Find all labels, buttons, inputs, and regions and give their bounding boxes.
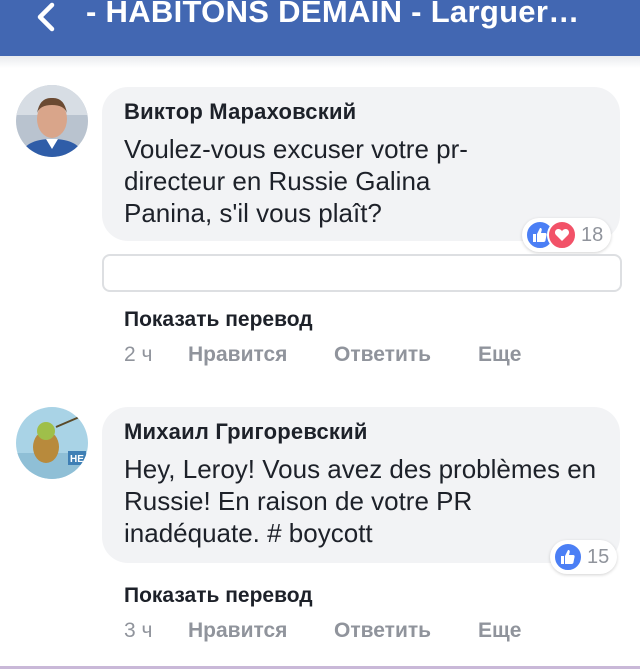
reactions-summary[interactable]: 18 [522, 218, 612, 252]
reaction-count: 18 [581, 223, 604, 246]
header-divider [0, 56, 640, 68]
svg-text:HE: HE [70, 454, 84, 465]
reply-input[interactable] [102, 254, 622, 292]
avatar[interactable]: HE [16, 407, 88, 479]
like-button[interactable]: Нравится [188, 619, 334, 643]
reply-button[interactable]: Ответить [334, 343, 478, 367]
comment-text: Hey, Leroy! Vous avez des problèmes en R… [124, 454, 597, 548]
comment-bubble: Михаил Григоревский Hey, Leroy! Vous ave… [102, 407, 620, 563]
show-translation-link[interactable]: Показать перевод [124, 584, 313, 608]
comment-author[interactable]: Михаил Григоревский [124, 419, 598, 445]
timestamp: 2 ч [124, 343, 153, 366]
reply-button[interactable]: Ответить [334, 619, 478, 643]
user-photo-icon [16, 85, 88, 157]
user-photo-icon: HE [16, 407, 88, 479]
chevron-left-icon [37, 2, 55, 32]
more-button[interactable]: Еще [478, 343, 521, 367]
love-reaction-icon [547, 220, 577, 250]
top-bar: - HABITONS DEMAIN - Larguer… [0, 0, 640, 56]
back-button[interactable] [24, 0, 68, 34]
show-translation-link[interactable]: Показать перевод [124, 308, 313, 332]
avatar[interactable] [16, 85, 88, 157]
reaction-count: 15 [587, 545, 610, 568]
timestamp: 3 ч [124, 619, 153, 642]
like-button[interactable]: Нравится [188, 343, 334, 367]
more-button[interactable]: Еще [478, 619, 521, 643]
comment-actions: 3 ч Нравится Ответить Еще [124, 619, 521, 643]
like-reaction-icon [553, 542, 583, 572]
comment-author[interactable]: Виктор Мараховский [124, 99, 598, 125]
comment-text: Voulez-vous excuser votre pr-directeur e… [124, 134, 468, 228]
comment-actions: 2 ч Нравится Ответить Еще [124, 343, 521, 367]
page-title: - HABITONS DEMAIN - Larguer… [86, 0, 580, 29]
reactions-summary[interactable]: 15 [550, 540, 618, 574]
